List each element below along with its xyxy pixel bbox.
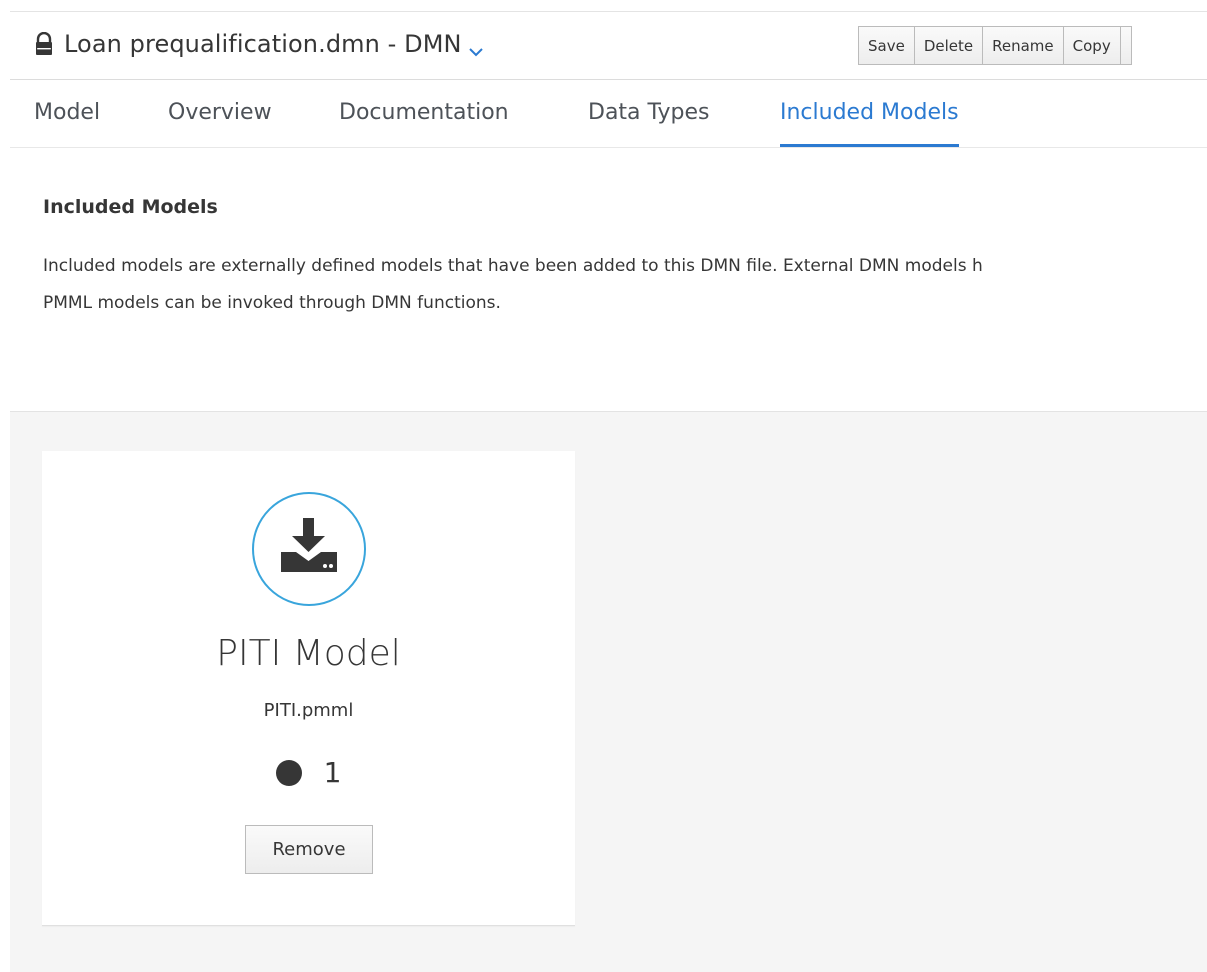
title-bar: Loan prequalification.dmn - DMN Save Del… [10, 12, 1207, 80]
copy-button[interactable]: Copy [1062, 26, 1121, 65]
title-wrap: Loan prequalification.dmn - DMN [34, 27, 483, 61]
import-icon [252, 492, 366, 606]
description-line-1: Included models are externally defined m… [43, 256, 983, 276]
section-description: Included models are externally defined m… [43, 248, 1207, 322]
usage-count-value: 1 [323, 756, 342, 789]
lock-icon [34, 31, 54, 56]
included-model-card: PITI Model PITI.pmml 1 Remove [42, 451, 575, 926]
description-line-2: PMML models can be invoked through DMN f… [43, 293, 501, 313]
tab-overview[interactable]: Overview [168, 80, 272, 146]
tab-model[interactable]: Model [34, 80, 100, 146]
page: Loan prequalification.dmn - DMN Save Del… [0, 0, 1207, 972]
section-heading: Included Models [43, 196, 218, 218]
model-usage-count: 1 [42, 756, 575, 789]
toolbar: Save Delete Rename Copy [858, 26, 1132, 65]
page-title: Loan prequalification.dmn - DMN [64, 30, 462, 58]
tab-included-models[interactable]: Included Models [780, 80, 959, 147]
delete-button[interactable]: Delete [913, 26, 984, 65]
save-button[interactable]: Save [858, 26, 915, 65]
included-models-area: PITI Model PITI.pmml 1 Remove [10, 411, 1207, 972]
tab-documentation[interactable]: Documentation [339, 80, 509, 146]
more-button[interactable] [1119, 26, 1132, 65]
chevron-down-icon[interactable] [468, 42, 483, 57]
model-name: PITI Model [216, 633, 401, 674]
tab-data-types[interactable]: Data Types [588, 80, 710, 146]
rename-button[interactable]: Rename [982, 26, 1064, 65]
model-file-name: PITI.pmml [263, 700, 354, 721]
tab-bar: Model Overview Documentation Data Types … [10, 80, 1207, 148]
remove-button[interactable]: Remove [245, 825, 373, 874]
dot-icon [275, 759, 302, 786]
